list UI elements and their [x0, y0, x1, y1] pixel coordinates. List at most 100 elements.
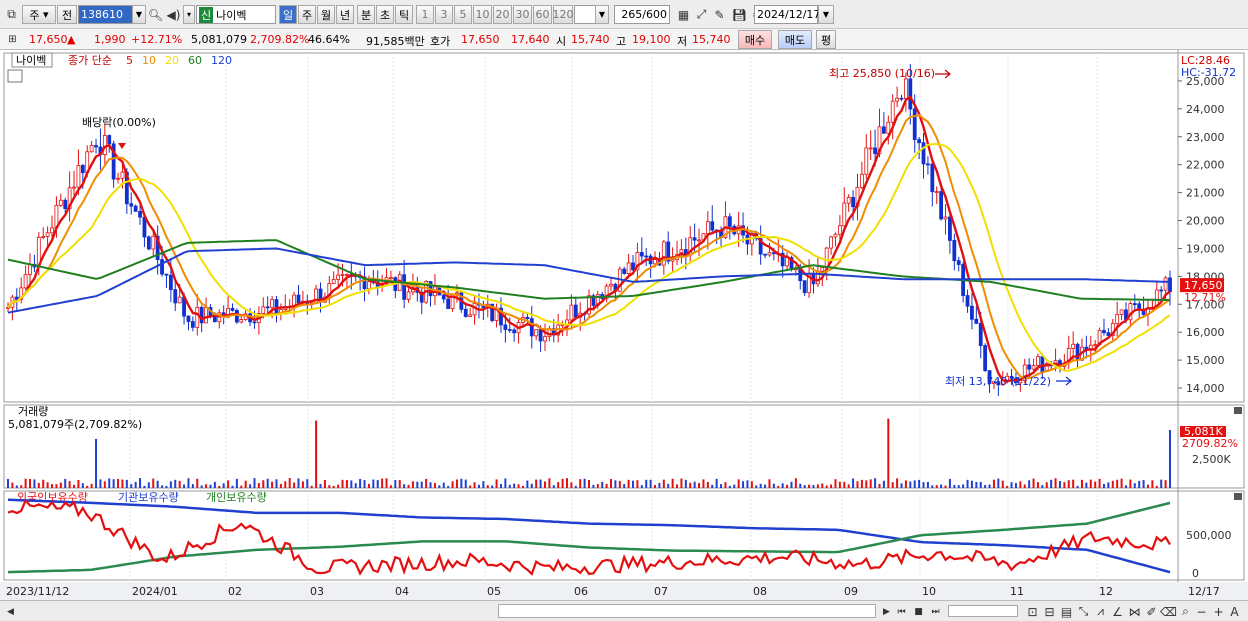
- volume-bar: [455, 479, 458, 488]
- candle: [212, 316, 217, 323]
- volume-bar: [869, 479, 872, 488]
- y-tick-label: 21,000: [1186, 187, 1225, 200]
- average-button[interactable]: 평: [816, 30, 836, 49]
- indicator-icon[interactable]: ⤢: [693, 6, 710, 23]
- trend-icon[interactable]: ⩘: [1092, 603, 1109, 620]
- calendar-dropdown[interactable]: ▼: [818, 5, 834, 24]
- all-market-button[interactable]: 전: [57, 5, 77, 24]
- interval-30-button[interactable]: 30: [513, 5, 532, 24]
- period-month-button[interactable]: 월: [317, 5, 335, 24]
- volume-bar: [860, 479, 863, 488]
- volume-bar: [1120, 478, 1123, 488]
- volume-bar: [363, 480, 366, 488]
- volume-bar: [271, 481, 274, 488]
- x-axis-label: 05: [487, 585, 501, 598]
- font-size-icon[interactable]: A: [1226, 603, 1243, 620]
- period-tick-button[interactable]: 틱: [395, 5, 413, 24]
- fibo-icon[interactable]: ⋈: [1126, 603, 1143, 620]
- volume-value-label: 5,081,079주(2,709.82%): [8, 418, 142, 431]
- x-axis-label: 09: [844, 585, 858, 598]
- candle: [697, 239, 701, 242]
- search-icon[interactable]: 🔍︎: [147, 6, 164, 23]
- period-minute-button[interactable]: 분: [357, 5, 375, 24]
- volume-bar: [882, 480, 885, 488]
- toolbar: ⧉ 주 ▾ 전 138610 ▼ 🔍︎ ◀) ▾ 신 나이벡 일 주 월 년 분 …: [0, 0, 1248, 29]
- line-draw-icon[interactable]: ⤡: [1075, 603, 1092, 620]
- volume-bar: [301, 481, 304, 488]
- drawing-tool-icon[interactable]: ✎: [711, 6, 728, 23]
- volume-bar: [521, 485, 524, 488]
- zoom-search-icon[interactable]: ⌕: [1177, 603, 1194, 620]
- volume-bar: [59, 482, 62, 488]
- bid-price: 17,640: [511, 33, 550, 46]
- volume-bar: [68, 481, 71, 488]
- volume-bar: [970, 480, 973, 488]
- candle: [833, 233, 838, 238]
- date-field[interactable]: 2024/12/17: [754, 5, 820, 24]
- candle: [926, 163, 930, 166]
- candle: [441, 294, 446, 300]
- volume-bar: [275, 479, 278, 488]
- period-week-button[interactable]: 주: [298, 5, 316, 24]
- interval-20-button[interactable]: 20: [493, 5, 512, 24]
- chart-area[interactable]: 25,00024,00023,00022,00021,00020,00019,0…: [0, 50, 1248, 600]
- sell-button[interactable]: 매도: [778, 30, 812, 49]
- candle: [331, 279, 336, 284]
- first-icon[interactable]: ⏮: [893, 603, 910, 620]
- stop-icon[interactable]: ■: [910, 603, 927, 620]
- expand-icon[interactable]: ⊞: [4, 31, 21, 48]
- volume-bar: [979, 481, 982, 488]
- volume-bar: [337, 484, 340, 488]
- interval-dropdown[interactable]: ▼: [595, 5, 609, 24]
- volume-bar: [1133, 483, 1136, 488]
- period-day-button[interactable]: 일: [279, 5, 297, 24]
- speaker-dropdown[interactable]: ▾: [183, 5, 195, 24]
- code-dropdown-button[interactable]: ▼: [132, 5, 146, 24]
- zoom-slider[interactable]: [948, 605, 1018, 617]
- volume-bar: [1050, 479, 1053, 488]
- volume-bar: [1010, 482, 1013, 488]
- stock-code-input[interactable]: 138610: [78, 5, 138, 24]
- interval-120-button[interactable]: 120: [553, 5, 574, 24]
- buy-button[interactable]: 매수: [738, 30, 772, 49]
- interval-1-button[interactable]: 1: [416, 5, 434, 24]
- max-price-label: 최고 25,850 (10/16): [829, 67, 935, 80]
- candle: [261, 306, 266, 314]
- plus-icon[interactable]: +: [1210, 603, 1227, 620]
- volume-bar: [852, 478, 855, 488]
- interval-60-button[interactable]: 60: [533, 5, 552, 24]
- x-axis-label: 06: [574, 585, 588, 598]
- scroll-left-icon[interactable]: ◀: [2, 603, 19, 620]
- chart-scrollbar[interactable]: ◀ ▶ ⏮ ■ ⏭ ⊡ ⊟ ▤ ⤡ ⩘ ∠ ⋈ ✐ ⌫ ⌕ − + A: [0, 600, 1248, 621]
- interval-custom-input[interactable]: [574, 5, 596, 24]
- volume-bar: [764, 484, 767, 488]
- volume-bar: [319, 484, 322, 488]
- interval-3-button[interactable]: 3: [435, 5, 453, 24]
- period-year-button[interactable]: 년: [336, 5, 354, 24]
- layout-icon[interactable]: ▤: [1058, 603, 1075, 620]
- candle: [837, 225, 842, 235]
- scroll-thumb[interactable]: [498, 604, 876, 618]
- market-type-dropdown[interactable]: 주 ▾: [22, 5, 56, 24]
- volume-bar: [1146, 484, 1149, 488]
- last-icon[interactable]: ⏭: [927, 603, 944, 620]
- volume-bar: [328, 485, 331, 488]
- compare-icon[interactable]: ⊟: [1041, 603, 1058, 620]
- interval-5-button[interactable]: 5: [454, 5, 472, 24]
- period-second-button[interactable]: 초: [376, 5, 394, 24]
- chart-type-icon[interactable]: ▦: [675, 6, 692, 23]
- crosshair-icon[interactable]: ⊡: [1024, 603, 1041, 620]
- save-icon[interactable]: 💾︎: [731, 6, 748, 23]
- pen-icon[interactable]: ✐: [1143, 603, 1160, 620]
- eraser-icon[interactable]: ⌫: [1160, 603, 1177, 620]
- angle-icon[interactable]: ∠: [1109, 603, 1126, 620]
- window-menu-icon[interactable]: ⧉: [3, 6, 20, 23]
- speaker-icon[interactable]: ◀): [165, 6, 182, 23]
- candle: [89, 145, 94, 153]
- interval-10-button[interactable]: 10: [473, 5, 492, 24]
- stock-name-field[interactable]: 신 나이벡: [196, 5, 276, 24]
- bar-count-field[interactable]: 265/600: [614, 5, 670, 24]
- minus-icon[interactable]: −: [1193, 603, 1210, 620]
- volume-bar: [143, 485, 146, 488]
- volume-bar: [746, 480, 749, 488]
